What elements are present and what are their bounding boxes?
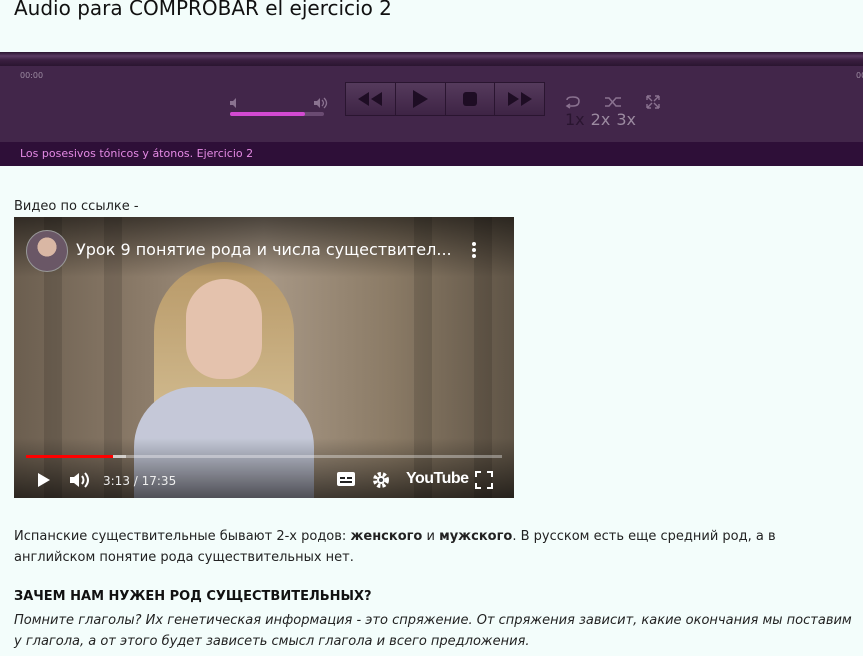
page-title: Audio para COMPROBAR el ejercicio 2 (14, 0, 392, 20)
forward-icon (507, 92, 532, 106)
youtube-logo[interactable]: YouTube (406, 470, 469, 488)
video-progress-bar[interactable] (26, 455, 502, 458)
volume-low-icon[interactable] (229, 94, 241, 113)
video-time: 3:13 / 17:35 (103, 474, 177, 488)
volume-high-icon[interactable] (313, 94, 329, 113)
volume-level (230, 112, 306, 116)
play-icon[interactable] (36, 471, 52, 493)
video-played (26, 455, 114, 458)
volume-icon[interactable] (69, 471, 91, 493)
playlist-track[interactable]: Los posesivos tónicos y átonos. Ejercici… (0, 142, 863, 166)
play-icon (413, 90, 429, 108)
gender-intro-paragraph: Испанские существительные бывают 2-х род… (14, 529, 776, 565)
speed-1x[interactable]: 1x (565, 110, 585, 129)
rewind-button[interactable] (346, 83, 396, 115)
speed-2x[interactable]: 2x (591, 110, 611, 129)
stop-icon (462, 92, 477, 106)
verbs-paragraph: Помните глаголы? Их генетическая информа… (14, 613, 852, 649)
masculine-term: мужского (439, 529, 513, 544)
youtube-video-player[interactable]: Урок 9 понятие рода и числа существител.… (14, 217, 514, 498)
subtitles-icon[interactable] (336, 471, 356, 491)
menu-dots-icon[interactable] (471, 241, 477, 263)
channel-avatar[interactable] (26, 230, 68, 272)
settings-gear-icon[interactable] (372, 471, 390, 493)
play-button[interactable] (396, 83, 446, 115)
volume-slider[interactable] (230, 112, 324, 116)
audio-player: 00:00 00 1x 2x 3x Los posesi (0, 52, 863, 166)
current-time: 00:00 (20, 71, 44, 80)
stop-button[interactable] (446, 83, 496, 115)
expand-icon[interactable] (645, 94, 661, 113)
speed-3x[interactable]: 3x (616, 110, 636, 129)
section-heading: ЗАЧЕМ НАМ НУЖЕН РОД СУЩЕСТВИТЕЛЬНЫХ? (14, 589, 372, 604)
fullscreen-icon[interactable] (475, 471, 493, 493)
forward-button[interactable] (495, 83, 544, 115)
total-time: 00 (856, 71, 863, 80)
audio-progress-rail[interactable] (0, 52, 863, 66)
feminine-term: женского (350, 529, 423, 544)
transport-controls (345, 82, 545, 116)
video-title[interactable]: Урок 9 понятие рода и числа существител.… (76, 240, 456, 259)
rewind-icon (358, 92, 383, 106)
playback-speed-options: 1x 2x 3x (565, 110, 636, 129)
track-name: Los posesivos tónicos y átonos. Ejercici… (20, 147, 254, 160)
video-link-label: Видео по ссылке - (14, 199, 139, 214)
